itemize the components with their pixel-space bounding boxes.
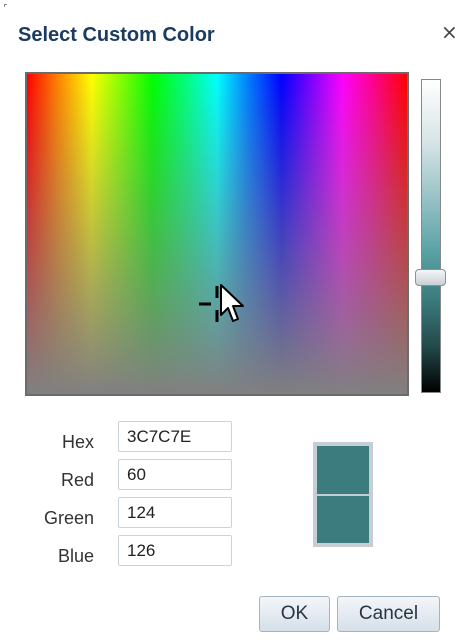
red-label: Red (60, 470, 94, 490)
blue-label: Blue (57, 546, 94, 566)
dialog-corner-mark (4, 4, 7, 7)
hex-label: Hex (61, 432, 94, 452)
saturation-gradient (27, 74, 407, 394)
blue-input[interactable] (118, 535, 232, 566)
mouse-pointer-icon (220, 284, 244, 322)
current-color-swatch (317, 496, 369, 543)
dialog-title: Select Custom Color (18, 24, 215, 46)
new-color-swatch (317, 446, 369, 494)
green-label: Green (43, 508, 94, 528)
red-input[interactable] (118, 459, 232, 490)
brightness-slider-track[interactable] (421, 79, 441, 393)
hex-input[interactable] (118, 421, 232, 452)
close-icon[interactable]: × (441, 22, 458, 42)
color-preview (313, 442, 373, 547)
ok-button[interactable]: OK (259, 596, 330, 632)
green-input[interactable] (118, 497, 232, 528)
cancel-button[interactable]: Cancel (337, 596, 440, 632)
color-field[interactable] (25, 72, 409, 396)
brightness-slider-thumb[interactable] (415, 269, 446, 286)
custom-color-dialog: Select Custom Color × Hex Red Green Blue… (0, 0, 459, 640)
